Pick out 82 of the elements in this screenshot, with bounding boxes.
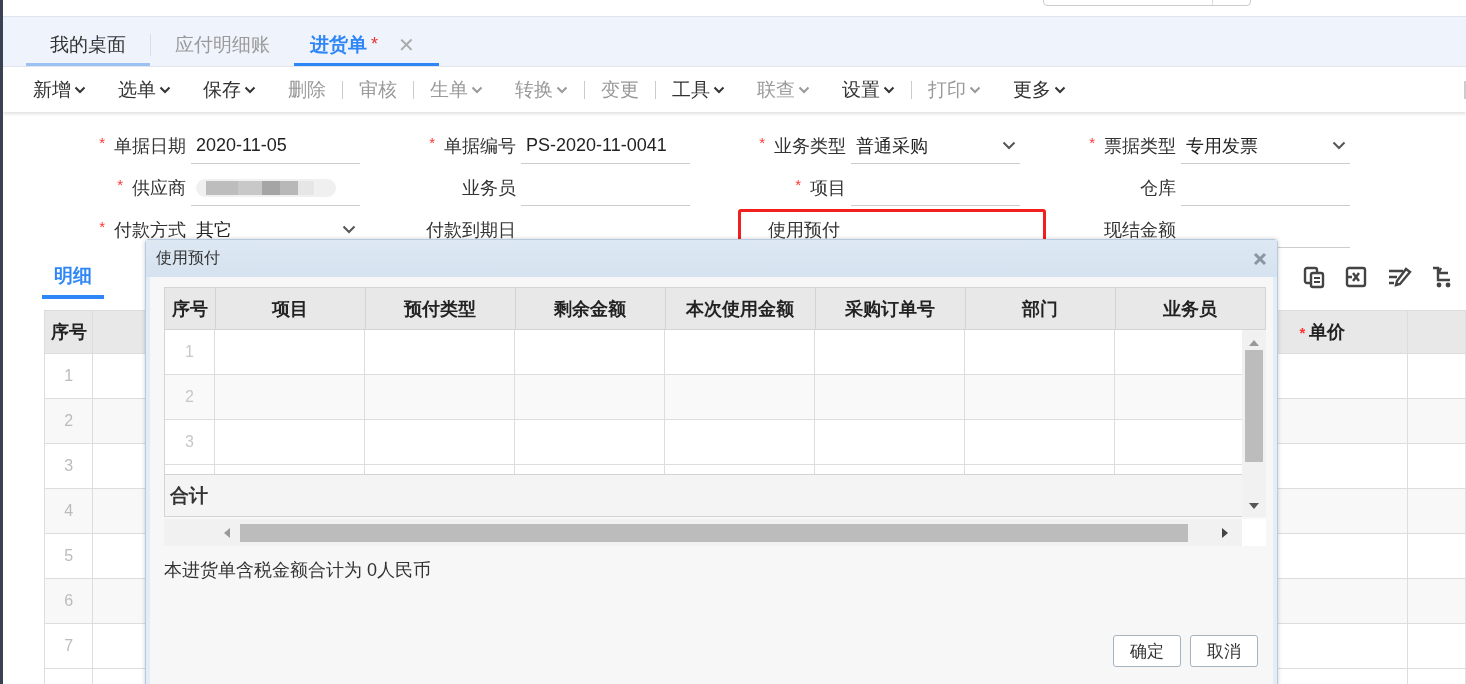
toolbar-button[interactable]: 新增 [17, 72, 102, 107]
required-mark: * [99, 218, 105, 235]
required-mark: * [795, 176, 801, 193]
dialog-button[interactable]: 取消 [1190, 635, 1258, 667]
required-mark: * [429, 134, 435, 151]
delete-row-icon[interactable] [1344, 265, 1368, 289]
table-cell [1408, 579, 1466, 624]
scroll-up-icon[interactable] [1249, 340, 1259, 346]
table-cell [1408, 489, 1466, 534]
field-label: 仓库 [1140, 178, 1176, 198]
caret-icon [969, 86, 981, 94]
chevron-down-icon [1002, 141, 1016, 150]
caret-icon [471, 86, 483, 94]
field-label: 项目 [810, 178, 846, 198]
toolbar-button[interactable]: 更多 [997, 72, 1082, 107]
field-label: 付款到期日 [426, 220, 516, 240]
input-field[interactable]: 2020-11-05 [191, 128, 360, 164]
column-header: 本次使用金额 [664, 288, 815, 329]
toolbar-button[interactable]: 选单 [102, 72, 187, 107]
select-field[interactable]: 专用发票 [1181, 128, 1350, 164]
caret-icon [1054, 86, 1066, 94]
vertical-scrollbar[interactable] [1242, 330, 1266, 517]
scroll-down-icon[interactable] [1249, 503, 1259, 509]
field-label: 单据编号 [444, 136, 516, 156]
caret-icon [74, 86, 86, 94]
column-header: 预付类型 [364, 288, 515, 329]
field-label: 现结金额 [1104, 220, 1176, 240]
column-header: 剩余金额 [514, 288, 665, 329]
required-mark: * [759, 134, 765, 151]
scrollbar-thumb[interactable] [1245, 350, 1263, 462]
paste-icon[interactable] [1302, 265, 1326, 289]
table-cell [1408, 399, 1466, 444]
field-label: 票据类型 [1104, 136, 1176, 156]
dialog-button[interactable]: 确定 [1113, 635, 1181, 667]
modified-mark: * [371, 34, 378, 55]
caret-icon [883, 86, 895, 94]
input-field[interactable]: PS-2020-11-0041 [521, 128, 690, 164]
toolbar-button[interactable]: 保存 [187, 72, 272, 107]
horizontal-scrollbar[interactable] [164, 519, 1242, 546]
field-label: 业务员 [462, 178, 516, 198]
column-header: 采购订单号 [814, 288, 965, 329]
tab-label: 我的桌面 [50, 32, 126, 57]
detail-tab[interactable]: 明细 [42, 263, 104, 299]
field-label: 使用预付 [768, 220, 840, 240]
edit-lines-icon[interactable] [1386, 265, 1412, 289]
summary-label: 合计 [170, 483, 208, 508]
select-field[interactable]: 普通采购 [851, 128, 1020, 164]
tab[interactable]: 进货单 * ✕ [294, 26, 439, 66]
caret-icon [556, 86, 568, 94]
scroll-left-icon[interactable] [224, 527, 230, 538]
close-icon[interactable] [1253, 251, 1267, 266]
field-label: 业务类型 [774, 136, 846, 156]
row-number: 4 [44, 489, 94, 534]
total-note: 本进货单含税金额合计为 0人民币 [164, 559, 432, 582]
required-mark: * [117, 176, 123, 193]
row-number: 6 [44, 579, 94, 624]
column-header: 项目 [214, 288, 365, 329]
tab-label: 进货单 [310, 32, 367, 57]
caret-icon [159, 86, 171, 94]
field-label: 付款方式 [114, 220, 186, 240]
tab-label: 应付明细账 [175, 32, 270, 57]
caret-icon [244, 86, 256, 94]
dialog-title: 使用预付 [156, 248, 220, 268]
column-header: 业务员 [1114, 288, 1265, 329]
toolbar-button[interactable]: 设置 [826, 72, 911, 107]
chevron-down-icon [1332, 141, 1346, 150]
chevron-down-icon [342, 225, 356, 234]
scroll-right-icon[interactable] [1222, 527, 1228, 538]
column-header: 部门 [964, 288, 1115, 329]
column-header: 序号 [44, 311, 94, 354]
required-mark: * [99, 134, 105, 151]
field-label: 单据日期 [114, 136, 186, 156]
scrollbar-thumb[interactable] [240, 523, 1188, 542]
row-number: 7 [44, 624, 94, 669]
toolbar-button[interactable]: 工具 [656, 72, 741, 107]
column-header: 序号 [170, 297, 209, 321]
row-number: 2 [44, 399, 94, 444]
caret-icon [713, 86, 725, 94]
field-label: 供应商 [132, 178, 186, 198]
required-mark: * [1089, 134, 1095, 151]
caret-icon [798, 86, 810, 94]
tab[interactable]: 我的桌面 [26, 26, 150, 66]
